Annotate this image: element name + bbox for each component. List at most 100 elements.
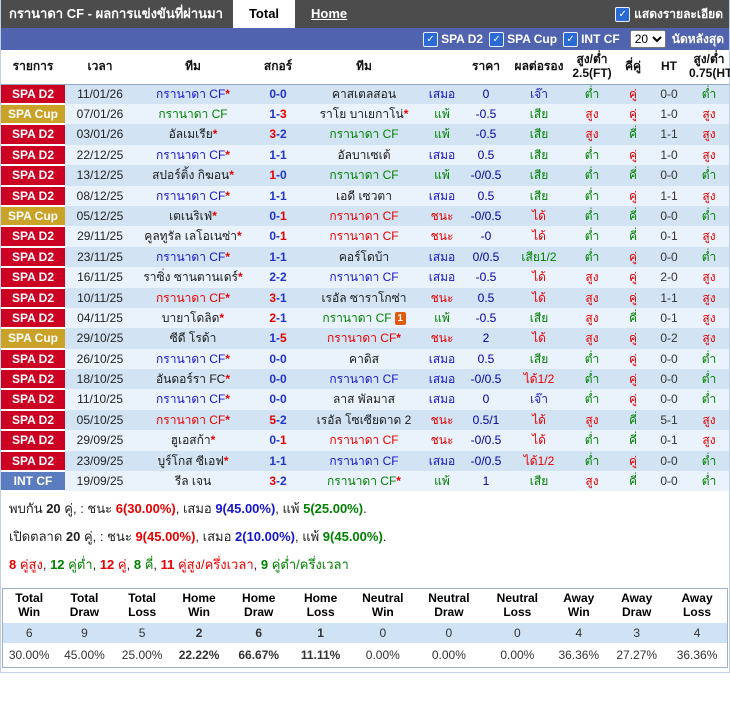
match-row: SPA D2 18/10/25 อันดอร์รา FC* 0-0 กรานาดา CF… <box>1 369 729 391</box>
handicap-price: 0.5 <box>461 144 511 166</box>
odd-even: คี่ <box>617 165 649 186</box>
over-under-ht: สูง <box>689 226 729 247</box>
score-right: 2 <box>280 412 287 427</box>
show-details-toggle[interactable]: ✓ แสดงรายละเอียด <box>615 0 729 28</box>
halftime-score: 0-1 <box>649 307 689 329</box>
match-result: ชนะ <box>423 205 461 227</box>
halftime-score: 0-0 <box>649 246 689 268</box>
league-badge: SPA D2 <box>1 430 65 452</box>
team-name: กรานาดา CF <box>156 87 226 102</box>
match-row: SPA D2 23/09/25 บูร์โกส ซีเอฟ* 1-1 กรานาดา C… <box>1 450 729 473</box>
halftime-score: 1-1 <box>649 287 689 308</box>
team-name: กรานาดา CF <box>329 127 399 142</box>
summary-line-3: 8 คู่สูง, 12 คู่ต่ำ, 12 คู่, 8 คี่, 11 ค… <box>9 554 721 575</box>
checkbox-checked-icon[interactable]: ✓ <box>563 31 579 47</box>
score-left: 0 <box>269 87 276 102</box>
over-under-ht: ต่ำ <box>689 389 729 410</box>
score-right: 1 <box>280 453 287 468</box>
match-count-select[interactable]: 20 <box>629 30 666 48</box>
handicap-price: 0 <box>461 389 511 410</box>
filter-spa-cup[interactable]: ✓ SPA Cup <box>489 31 557 47</box>
stats-percent: 36.36% <box>551 643 607 668</box>
score-left: 0 <box>269 208 276 223</box>
league-badge: SPA Cup <box>1 328 65 350</box>
over-under-ht: ต่ำ <box>689 450 729 472</box>
over-under-ht: สูง <box>689 307 729 329</box>
over-under-ft: ต่ำ <box>567 226 617 247</box>
stats-percent: 25.00% <box>113 643 171 668</box>
team-left: กรานาดา CF* <box>135 185 251 206</box>
team-name: กรานาดา CF <box>156 249 226 264</box>
summary-line-2: เปิดตลาด 20 คู่, : ชนะ 9(45.00%), เสมอ 2… <box>9 526 721 547</box>
score-right: 5 <box>280 331 287 346</box>
stats-count: 4 <box>667 623 728 643</box>
filter-int-cf[interactable]: ✓ INT CF <box>563 31 620 47</box>
over-under-ht: ต่ำ <box>689 369 729 390</box>
team-name: ราซิ่ง ซานตานเดร์ <box>143 270 238 285</box>
handicap-result: ได้ <box>511 409 567 431</box>
team-name: กรานาดา CF <box>156 412 226 427</box>
team-name: บูร์โกส ซีเอฟ <box>157 453 224 468</box>
checkbox-checked-icon[interactable]: ✓ <box>615 6 631 22</box>
score-right: 1 <box>280 147 287 162</box>
stats-count: 6 <box>227 623 290 643</box>
home-star-icon: * <box>223 453 229 468</box>
team-right: กรานาดา CF* <box>305 471 423 492</box>
team-left: กรานาดา CF* <box>135 84 251 104</box>
match-result: ชนะ <box>423 409 461 431</box>
tab-total[interactable]: Total <box>232 0 296 28</box>
match-date: 08/12/25 <box>65 185 135 206</box>
home-star-icon: * <box>225 412 230 427</box>
halftime-score: 0-0 <box>649 348 689 370</box>
home-star-icon: * <box>210 433 216 448</box>
team-left: กรานาดา CF <box>135 103 251 125</box>
stats-count: 3 <box>606 623 668 643</box>
match-result: แพ้ <box>423 103 461 125</box>
team-left: กรานาดา CF* <box>135 389 251 410</box>
league-badge: SPA D2 <box>1 369 65 391</box>
match-result: ชนะ <box>423 328 461 349</box>
halftime-score: 1-0 <box>649 103 689 125</box>
team-right: กรานาดา CF 1 <box>305 307 423 329</box>
checkbox-checked-icon[interactable]: ✓ <box>423 31 439 47</box>
match-result: เสมอ <box>423 369 461 390</box>
match-result: แพ้ <box>423 307 461 329</box>
match-row: SPA D2 05/10/25 กรานาดา CF* 5-2 เรอัล โซเซีย… <box>1 409 729 432</box>
stats-header: Home Win <box>170 588 228 623</box>
tab-home[interactable]: Home <box>295 0 363 28</box>
team-left: กรานาดา CF* <box>135 246 251 268</box>
handicap-price: 0/0.5 <box>461 246 511 268</box>
handicap-result: ได้1/2 <box>511 369 567 390</box>
odd-even: คู่ <box>617 369 649 390</box>
odd-even: คู่ <box>617 103 649 125</box>
over-under-ft: สูง <box>567 103 617 125</box>
filter-spa-d2[interactable]: ✓ SPA D2 <box>423 31 483 47</box>
match-date: 23/09/25 <box>65 450 135 472</box>
match-row: SPA D2 11/01/26 กรานาดา CF* 0-0 คาสเตลสอน เสม… <box>1 84 729 105</box>
handicap-result: เสีย <box>511 103 567 125</box>
stats-count: 6 <box>2 623 56 643</box>
score-left: 2 <box>269 270 276 285</box>
match-row: SPA D2 29/11/25 คูลทูรัล เลโอเนซ่า* 0-1 กราน… <box>1 226 729 248</box>
summary-segment: 12 <box>99 557 115 573</box>
match-result: เสมอ <box>423 450 461 472</box>
checkbox-checked-icon[interactable]: ✓ <box>489 31 505 47</box>
stats-count: 5 <box>113 623 171 643</box>
handicap-price: -0 <box>461 226 511 247</box>
halftime-score: 2-0 <box>649 267 689 288</box>
team-name: บายาโดลิด <box>161 310 220 325</box>
home-star-icon: * <box>225 147 230 162</box>
team-left: ราซิ่ง ซานตานเดร์* <box>135 267 251 288</box>
handicap-price: -0/0.5 <box>461 430 511 451</box>
team-right: คอร์โดบ้า <box>305 246 423 268</box>
match-history-panel: กรานาดา CF - ผลการแข่งขันที่ผ่านมา Total… <box>0 0 730 673</box>
handicap-price: -0.5 <box>461 103 511 125</box>
score: 0-0 <box>251 348 305 370</box>
match-date: 18/10/25 <box>65 369 135 390</box>
match-count-label: นัดหลังสุด <box>671 31 724 46</box>
score-right: 0 <box>280 351 287 366</box>
stats-header: Away Win <box>551 588 607 623</box>
league-badge: SPA D2 <box>1 165 65 187</box>
team-name: อันดอร์รา FC <box>155 372 226 387</box>
stats-header: Neutral Draw <box>414 588 484 623</box>
